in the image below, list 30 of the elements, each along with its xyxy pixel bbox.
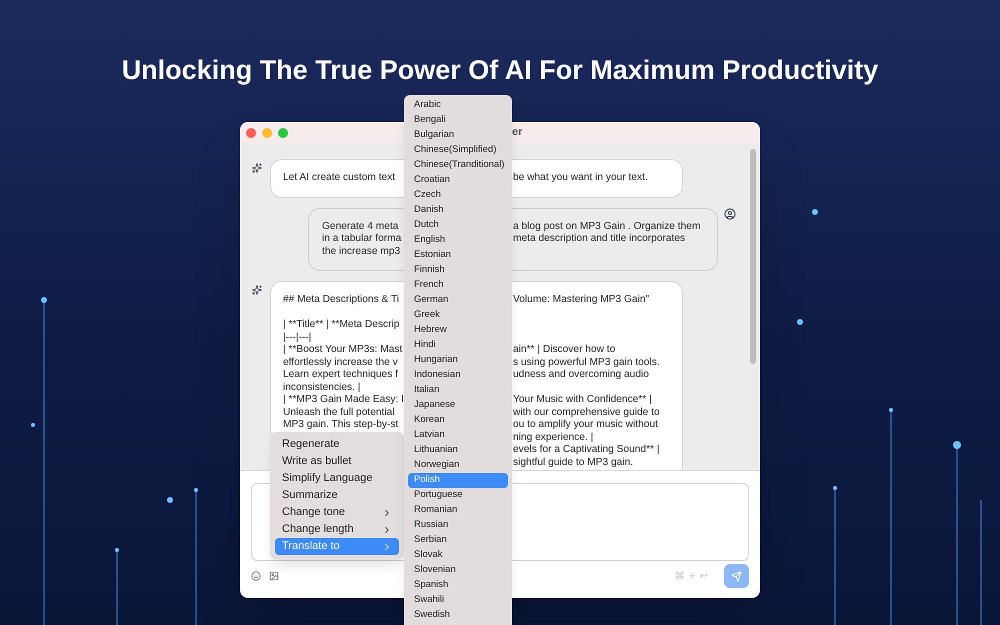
message-text: the increase mp3 xyxy=(322,246,400,256)
message-text: Volume: Mastering MP3 Gain" xyxy=(513,294,650,305)
message-text: Unleash the full potential xyxy=(283,406,395,418)
message-text: udness and overcoming audio xyxy=(513,369,649,380)
message-text: ain** | Discover how to xyxy=(513,344,616,355)
window-title: er xyxy=(512,125,522,140)
message-text: Learn expert techniques f xyxy=(283,369,398,380)
message-text: Generate 4 meta xyxy=(322,220,398,232)
message-text: |---|---| xyxy=(283,332,312,342)
message-text: a blog post on MP3 Gain . Organize them xyxy=(513,220,700,232)
message-text: evels for a Captivating Sound** | xyxy=(513,444,660,455)
message-text: MP3 gain. This step-by-st xyxy=(283,419,398,430)
message-text: | **Boost Your MP3s: Mast xyxy=(283,344,402,355)
message-text: | **Title** | **Meta Descrip xyxy=(283,319,400,330)
message-text: s using powerful MP3 gain tools. xyxy=(513,356,660,368)
message-text: effortlessly increase the v xyxy=(283,356,398,368)
message-text: | **MP3 Gain Made Easy: I xyxy=(283,394,404,405)
message-text: ou to amplify your music without xyxy=(513,419,658,430)
message-text: sightful guide to MP3 gain. xyxy=(513,456,634,468)
message-text: Let AI create custom text xyxy=(283,172,396,183)
shortcut-hint: ⌘ + ↩ xyxy=(674,570,708,584)
message-text: inconsistencies. | xyxy=(283,382,360,392)
message-text: with our comprehensive guide to xyxy=(513,406,660,418)
message-text: Your Music with Confidence** | xyxy=(513,394,652,405)
message-text: in a tabular forma xyxy=(322,233,402,244)
message-text: ## Meta Descriptions & Ti xyxy=(283,294,400,305)
headline: Unlocking The True Power Of AI For Maximum Productivity xyxy=(122,54,878,87)
message-text: meta description and title incorporates xyxy=(513,233,686,244)
message-text: be what you want in your text. xyxy=(513,172,648,183)
message-text: ning experience. | xyxy=(513,432,594,442)
